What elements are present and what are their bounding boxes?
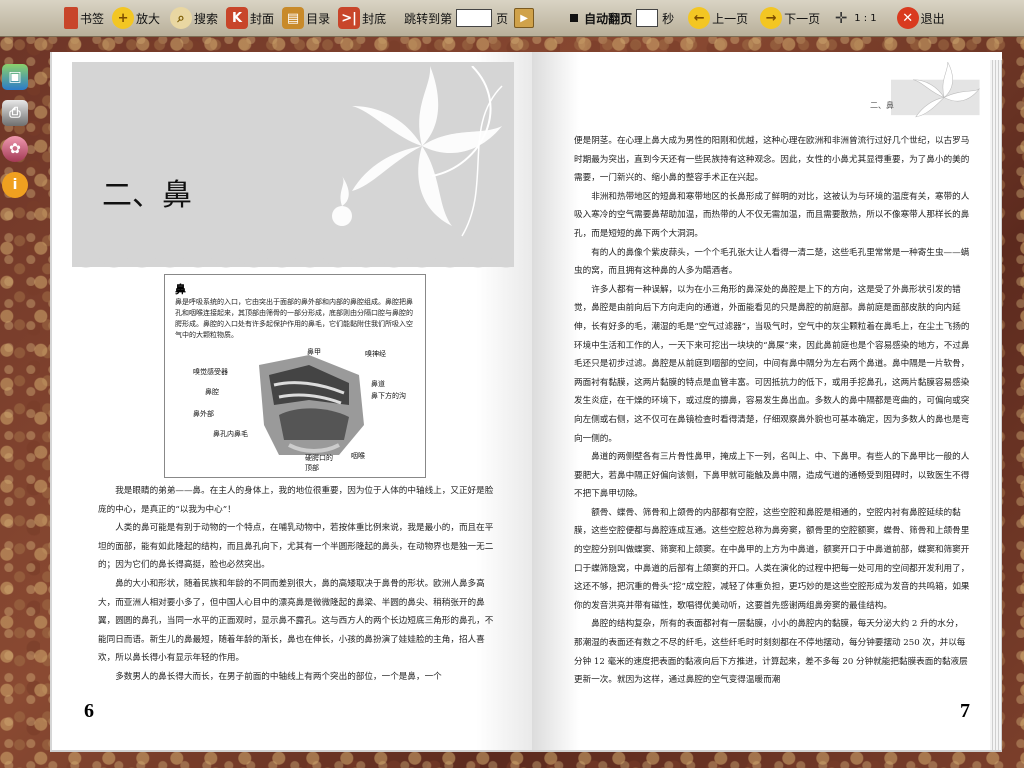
auto-flip-label: 自动翻页	[584, 11, 633, 26]
page-unit-label: 页	[496, 11, 509, 26]
back-cover-label: 封底	[362, 11, 387, 26]
figure-label: 咽喉	[351, 452, 365, 460]
figure-label: 鼻甲	[307, 348, 321, 356]
paragraph: 鼻道的两侧壁各有三片骨性鼻甲，掩成上下一列，名叫上、中、下鼻甲。有些人的下鼻甲比…	[574, 452, 970, 500]
printer-icon[interactable]: ⎙	[2, 100, 28, 126]
nose-anatomy-figure: 鼻 鼻是呼吸系统的入口，它由突出于面部的鼻外部和内部的鼻腔组成。鼻腔把鼻孔和咽喉…	[164, 274, 426, 478]
figure-label: 嗅觉感受器	[193, 368, 228, 376]
go-play-icon[interactable]: ▶	[514, 8, 535, 28]
cover-label: 封面	[250, 11, 275, 26]
figure-label: 嗅神经	[365, 350, 386, 358]
flower-decoration-icon	[332, 66, 503, 237]
left-page[interactable]: 二、鼻 鼻 鼻是呼吸系统的入口，它由突出于面部的鼻外部和内部的鼻腔组成。鼻腔把鼻…	[50, 52, 534, 752]
paragraph: 非洲和热带地区的短鼻和寒带地区的长鼻形成了鲜明的对比，这被认为与环境的温度有关，…	[574, 191, 970, 239]
zoom-button[interactable]: + 放大	[112, 3, 160, 33]
bookmark-button[interactable]: 书签	[64, 3, 104, 33]
paragraph: 鼻的大小和形状，随着民族和年龄的不同而差别很大，鼻的高矮取决于鼻骨的形状。欧洲人…	[98, 578, 494, 664]
exit-button[interactable]: ✕ 退出	[896, 3, 945, 33]
paragraph: 人类的鼻可能是有别于动物的一个特点，在哺乳动物中，若按体重比例来说，我是最小的，…	[98, 523, 494, 571]
arrow-right-icon: →	[760, 7, 783, 29]
ratio-label: 1 : 1	[854, 12, 877, 24]
seconds-label: 秒	[662, 11, 675, 26]
right-page-body: 便是阴茎。在心理上鼻大成为男性的阳刚和优越，这种心理在欧洲和非洲曾流行过好几个世…	[574, 132, 970, 690]
cover-button[interactable]: K 封面	[226, 3, 274, 33]
toc-label: 目录	[306, 11, 331, 26]
toolbar: 书签 + 放大 ⌕ 搜索 K 封面 ▤ 目录 >| 封底 跳转到第 页 ▶ 自动…	[0, 0, 1024, 37]
auto-flip: 自动翻页 秒	[570, 3, 674, 33]
jump-to-page: 跳转到第 页 ▶	[404, 3, 536, 33]
figure-label: 鼻孔内鼻毛	[213, 430, 248, 438]
prev-label: 上一页	[712, 11, 749, 26]
page-number-input[interactable]	[456, 9, 493, 27]
actual-size-icon: ✛	[834, 9, 848, 27]
figure-label: 鼻下方的沟	[371, 392, 406, 400]
arrow-left-icon: ←	[688, 7, 711, 29]
paragraph: 许多人都有一种误解，以为在小三角形的鼻深处的鼻腔是上下的方向，这是受了外鼻形状引…	[574, 284, 970, 444]
book: 二、鼻 鼻 鼻是呼吸系统的入口，它由突出于面部的鼻外部和内部的鼻腔组成。鼻腔把鼻…	[50, 52, 1014, 752]
zoom-label: 放大	[136, 11, 161, 26]
paragraph: 鼻腔的结构复杂，所有的表面都衬有一层黏膜，小小的鼻腔内的黏膜，每天分泌大约 2 …	[574, 619, 968, 686]
bookmark-icon	[64, 7, 78, 29]
search-label: 搜索	[194, 11, 219, 26]
seconds-input[interactable]	[636, 9, 659, 27]
figure-label: 鼻腔	[205, 388, 219, 396]
right-page[interactable]: 二、鼻 便是阴茎。在心理上鼻大成为男性的阳刚和优越，这种心理在欧洲和非洲曾流行过…	[532, 52, 1002, 752]
image-icon[interactable]: ▣	[2, 64, 28, 90]
prev-page-button[interactable]: ← 上一页	[688, 3, 748, 33]
toc-button[interactable]: ▤ 目录	[282, 3, 330, 33]
figure-label: 鼻道	[371, 380, 385, 388]
left-page-body: 我是眼睛的弟弟——鼻。在主人的身体上，我的地位很重要，因为位于人体的中轴线上，又…	[98, 482, 494, 687]
info-icon[interactable]: i	[2, 172, 28, 198]
figure-title: 鼻	[175, 283, 186, 296]
zoom-in-icon: +	[112, 7, 135, 29]
right-page-number: 7	[960, 700, 970, 722]
figure-label: 鼻外部	[193, 410, 214, 418]
jump-to-label: 跳转到第	[404, 11, 453, 26]
search-button[interactable]: ⌕ 搜索	[170, 3, 218, 33]
paragraph: 便是阴茎。在心理上鼻大成为男性的阳刚和优越，这种心理在欧洲和非洲曾流行过好几个世…	[574, 136, 970, 184]
paragraph: 多数男人的鼻长得大而长，在男子前面的中轴线上有两个突出的部位，一个是鼻，一个	[115, 671, 442, 682]
gear-icon[interactable]: ✿	[2, 136, 28, 162]
next-label: 下一页	[784, 11, 821, 26]
first-page-icon: K	[226, 7, 249, 29]
left-page-number: 6	[84, 700, 94, 722]
last-page-icon: >|	[338, 7, 361, 29]
right-header-label: 二、鼻	[870, 101, 894, 110]
paragraph: 有的人的鼻像个紫皮蒜头，一个个毛孔张大让人看得一清二楚，这些毛孔里常常是一种寄生…	[574, 247, 970, 277]
corner-flower-decoration-icon	[891, 62, 980, 118]
side-toolbar: ▣ ⎙ ✿ i	[0, 64, 30, 208]
search-icon: ⌕	[170, 7, 193, 29]
page-stack-edge	[990, 60, 1002, 750]
exit-label: 退出	[920, 11, 945, 26]
back-cover-button[interactable]: >| 封底	[338, 3, 386, 33]
chapter-title: 二、鼻	[102, 178, 192, 213]
actual-size-button[interactable]: ✛ 1 : 1	[830, 3, 877, 33]
bookmark-label: 书签	[80, 11, 105, 26]
figure-label: 硬腭口的顶部	[305, 454, 333, 472]
book-icon: ▤	[282, 7, 305, 29]
paragraph: 额骨、蝶骨、筛骨和上颌骨的内部都有空腔，这些空腔和鼻腔是相通的，空腔内衬有鼻腔延…	[574, 507, 970, 611]
nose-cross-section-image	[259, 355, 364, 455]
auto-flip-checkbox[interactable]	[570, 14, 579, 22]
next-page-button[interactable]: → 下一页	[760, 3, 820, 33]
figure-description: 鼻是呼吸系统的入口，它由突出于面部的鼻外部和内部的鼻腔组成。鼻腔把鼻孔和咽喉连接…	[175, 298, 413, 339]
paragraph: 我是眼睛的弟弟——鼻。在主人的身体上，我的地位很重要，因为位于人体的中轴线上，又…	[98, 486, 494, 515]
close-icon: ✕	[896, 7, 919, 29]
